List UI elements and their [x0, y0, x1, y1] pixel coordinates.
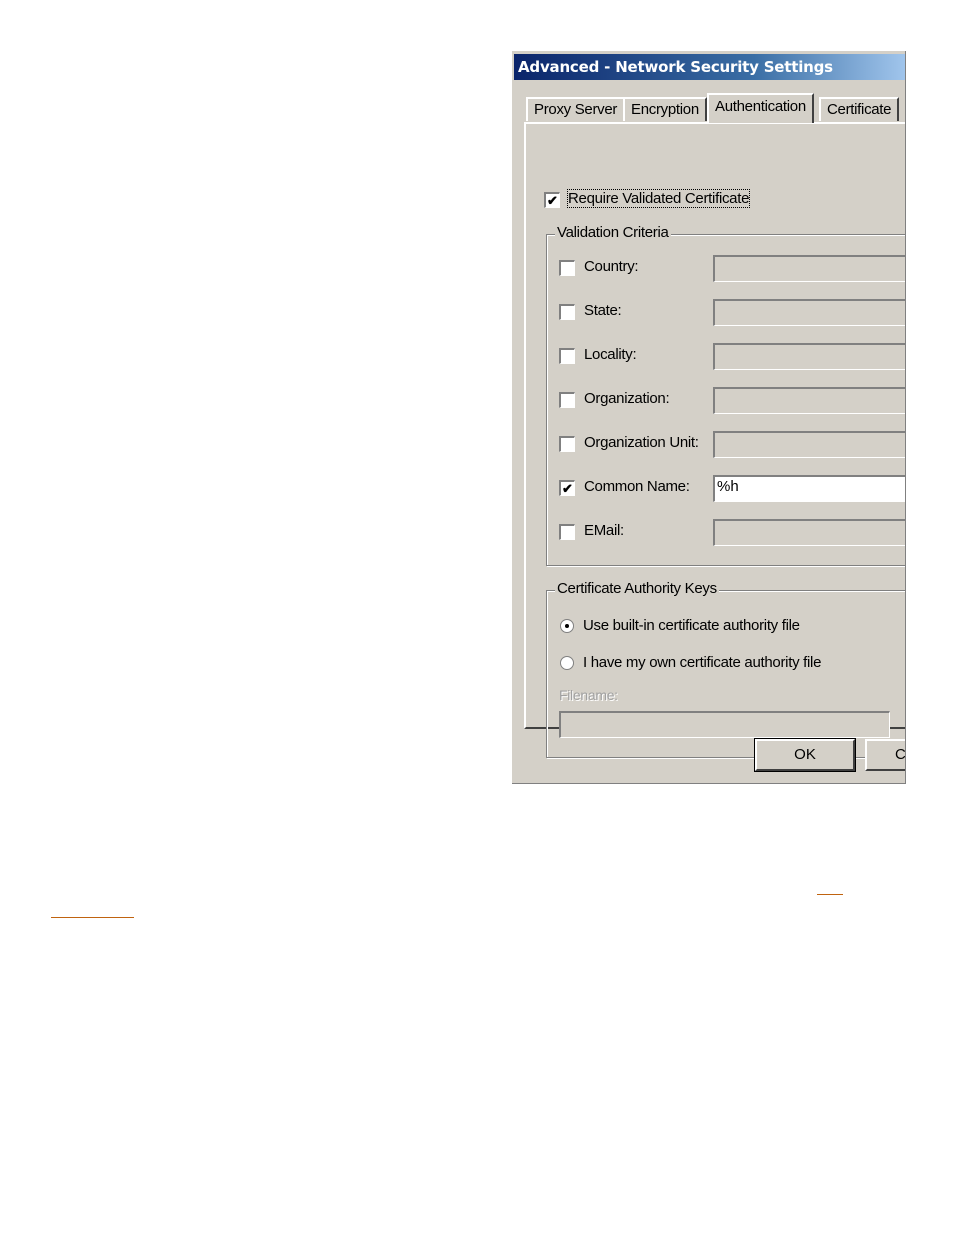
criteria-label: Organization: [584, 390, 670, 407]
checkmark-icon: ✔ [562, 481, 573, 496]
tab-authentication[interactable]: Authentication [707, 93, 814, 123]
authentication-panel: ✔ Require Validated Certificate Validati… [524, 122, 905, 758]
criteria-field[interactable]: %h [713, 475, 905, 502]
validation-criteria-group: Validation Criteria Country: State: Locali… [546, 224, 905, 566]
tab-encryption[interactable]: Encryption [623, 97, 707, 121]
criteria-label: Locality: [584, 346, 637, 363]
own-ca-radio[interactable] [560, 656, 574, 670]
tab-strip: Proxy Server Encryption Authentication C… [526, 93, 905, 123]
criteria-checkbox[interactable] [559, 524, 575, 540]
require-validated-checkbox[interactable]: ✔ [544, 192, 560, 208]
ca-keys-title: Certificate Authority Keys [555, 580, 719, 597]
cancel-button[interactable]: C [865, 739, 905, 771]
criteria-checkbox[interactable] [559, 348, 575, 364]
criteria-checkbox[interactable] [559, 304, 575, 320]
criteria-label: EMail: [584, 522, 624, 539]
criteria-field[interactable] [713, 343, 905, 370]
filename-label: Filename: [559, 687, 618, 703]
checkmark-icon: ✔ [547, 193, 558, 208]
criteria-field[interactable] [713, 387, 905, 414]
criteria-checkbox[interactable] [559, 436, 575, 452]
criteria-label: Common Name: [584, 478, 690, 495]
require-validated-label[interactable]: Require Validated Certificate [566, 189, 751, 208]
network-security-dialog: Advanced - Network Security Settings Pro… [511, 50, 905, 783]
ca-keys-group: Certificate Authority Keys Use built-in … [546, 580, 905, 758]
criteria-field[interactable] [713, 299, 905, 326]
builtin-ca-label[interactable]: Use built-in certificate authority file [583, 617, 800, 634]
criteria-label: State: [584, 302, 622, 319]
link-underline[interactable] [817, 894, 843, 895]
ok-button[interactable]: OK [754, 738, 856, 772]
criteria-checkbox[interactable] [559, 260, 575, 276]
dialog-title: Advanced - Network Security Settings [514, 54, 905, 80]
criteria-checkbox[interactable]: ✔ [559, 480, 575, 496]
criteria-field[interactable] [713, 255, 905, 282]
tab-proxy-server[interactable]: Proxy Server [526, 97, 626, 121]
filename-field[interactable] [559, 711, 890, 738]
criteria-checkbox[interactable] [559, 392, 575, 408]
validation-criteria-title: Validation Criteria [555, 224, 671, 241]
radio-selected-dot [565, 624, 569, 628]
builtin-ca-radio[interactable] [560, 619, 574, 633]
criteria-label: Country: [584, 258, 639, 275]
criteria-field[interactable] [713, 431, 905, 458]
criteria-label: Organization Unit: [584, 434, 699, 451]
link-underline[interactable] [51, 917, 134, 918]
tab-certificate[interactable]: Certificate [819, 97, 900, 121]
criteria-field[interactable] [713, 519, 905, 546]
own-ca-label[interactable]: I have my own certificate authority file [583, 654, 821, 671]
